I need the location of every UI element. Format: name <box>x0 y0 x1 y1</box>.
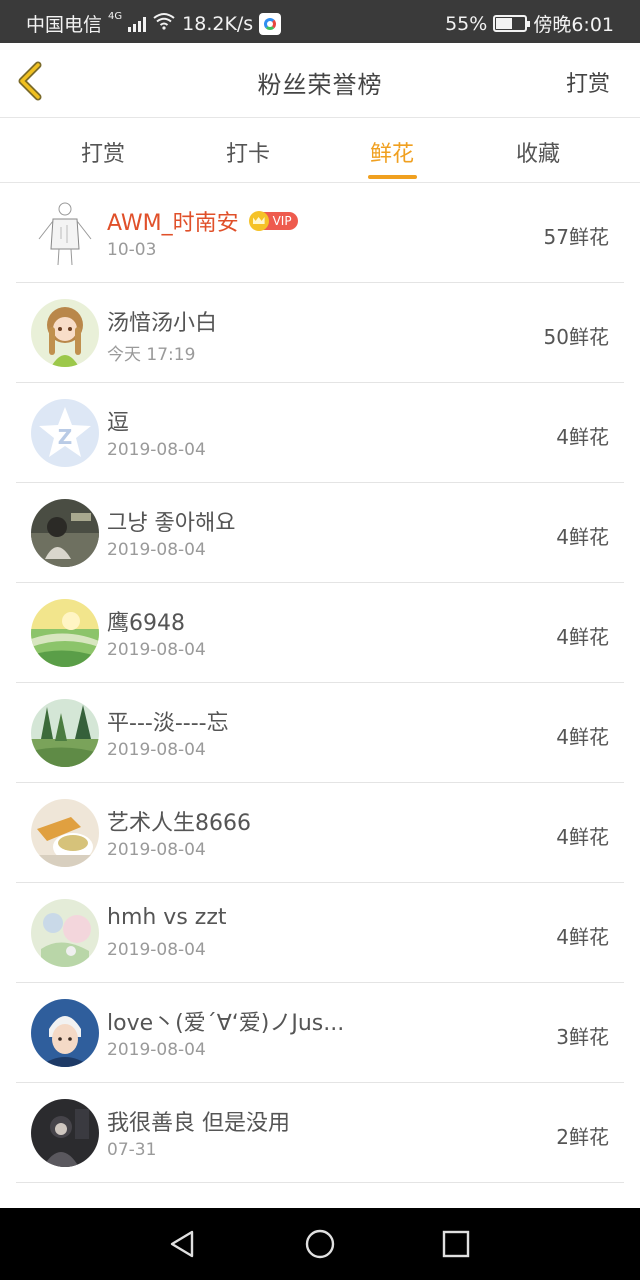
list-item[interactable]: 平---淡----忘 2019-08-04 4鲜花 <box>0 683 640 783</box>
fan-list: AWM_时南安 VIP 10-03 57鲜花 汤愔汤小白 今天 17:19 50… <box>0 183 640 1183</box>
fan-name: 逗 <box>107 411 130 436</box>
fan-name: love丶(爱´∀‘爱)ノJus... <box>107 1011 345 1036</box>
list-item[interactable]: love丶(爱´∀‘爱)ノJus... 2019-08-04 3鲜花 <box>0 983 640 1083</box>
flower-count: 57鲜花 <box>543 225 609 249</box>
name-line: 鹰6948 <box>107 605 185 637</box>
flower-count: 4鲜花 <box>556 725 609 749</box>
tab-flowers[interactable]: 鲜花 <box>337 136 447 168</box>
list-item[interactable]: 我很善良 但是没用 07-31 2鲜花 <box>0 1083 640 1183</box>
fan-date: 2019-08-04 <box>107 740 206 760</box>
page-title: 粉丝荣誉榜 <box>257 71 383 99</box>
svg-text:Z: Z <box>58 425 73 449</box>
fan-date: 2019-08-04 <box>107 640 206 660</box>
flower-count: 3鲜花 <box>556 1025 609 1049</box>
nav-recents-button[interactable] <box>440 1228 472 1260</box>
app-notification-icon <box>259 12 282 35</box>
vip-badge: VIP <box>248 211 298 231</box>
nav-home-button[interactable] <box>304 1228 336 1260</box>
list-item[interactable]: 艺术人生8666 2019-08-04 4鲜花 <box>0 783 640 883</box>
system-nav-bar <box>0 1208 640 1280</box>
battery-percent: 55% <box>445 12 488 35</box>
nav-back-button[interactable] <box>166 1228 198 1260</box>
name-line: AWM_时南安 VIP <box>107 205 298 237</box>
tab-bar: 打赏 打卡 鲜花 收藏 <box>0 118 640 183</box>
fan-name: 汤愔汤小白 <box>107 311 218 336</box>
triangle-back-icon <box>170 1230 194 1258</box>
tab-checkin[interactable]: 打卡 <box>193 136 303 168</box>
fan-date: 2019-08-04 <box>107 440 206 460</box>
network-type-label: 4G <box>108 11 123 22</box>
fan-date: 10-03 <box>107 240 157 260</box>
flower-count: 4鲜花 <box>556 425 609 449</box>
battery-icon <box>493 15 531 32</box>
name-line: 그냥 좋아해요 <box>107 505 235 537</box>
fan-name: 그냥 좋아해요 <box>107 511 236 536</box>
fan-date: 2019-08-04 <box>107 940 206 960</box>
list-item[interactable]: 鹰6948 2019-08-04 4鲜花 <box>0 583 640 683</box>
avatar[interactable] <box>31 1099 99 1167</box>
active-tab-indicator <box>368 175 417 179</box>
avatar[interactable] <box>31 799 99 867</box>
tab-favorites[interactable]: 收藏 <box>483 136 593 168</box>
list-item[interactable]: Z 逗 2019-08-04 4鲜花 <box>0 383 640 483</box>
clock: 傍晚6:01 <box>533 14 614 36</box>
list-item[interactable]: 汤愔汤小白 今天 17:19 50鲜花 <box>0 283 640 383</box>
wifi-icon <box>152 12 176 35</box>
square-recents-icon <box>442 1230 470 1258</box>
status-bar: 中国电信 4G 18.2K/s 55% 傍晚6:01 <box>0 0 640 43</box>
fan-date: 2019-08-04 <box>107 840 206 860</box>
flower-count: 4鲜花 <box>556 825 609 849</box>
avatar[interactable] <box>31 999 99 1067</box>
status-left: 中国电信 4G 18.2K/s <box>26 10 282 37</box>
name-line: 逗 <box>107 405 129 437</box>
flower-count: 4鲜花 <box>556 925 609 949</box>
avatar[interactable] <box>31 299 99 367</box>
circle-home-icon <box>305 1229 335 1259</box>
avatar[interactable] <box>31 599 99 667</box>
list-item[interactable]: hmh vs zzt 2019-08-04 4鲜花 <box>0 883 640 983</box>
fan-date: 07-31 <box>107 1140 157 1160</box>
tab-reward[interactable]: 打赏 <box>48 136 158 168</box>
name-line: 平---淡----忘 <box>107 705 229 737</box>
name-line: 汤愔汤小白 <box>107 305 217 337</box>
avatar[interactable] <box>31 899 99 967</box>
title-bar: 粉丝荣誉榜 打赏 <box>0 43 640 118</box>
status-right: 55% 傍晚6:01 <box>445 10 614 37</box>
avatar[interactable] <box>31 499 99 567</box>
fan-name: AWM_时南安 <box>107 211 239 236</box>
name-line: love丶(爱´∀‘爱)ノJus... <box>107 1005 344 1037</box>
list-item[interactable]: AWM_时南安 VIP 10-03 57鲜花 <box>0 183 640 283</box>
fan-name: 我很善良 但是没用 <box>107 1111 290 1136</box>
name-line: hmh vs zzt <box>107 905 227 930</box>
flower-count: 50鲜花 <box>543 325 609 349</box>
flower-count: 2鲜花 <box>556 1125 609 1149</box>
fan-date: 今天 17:19 <box>107 345 196 365</box>
network-speed: 18.2K/s <box>182 12 254 35</box>
reward-button[interactable]: 打赏 <box>566 66 610 98</box>
fan-name: hmh vs zzt <box>107 905 227 930</box>
fan-name: 平---淡----忘 <box>107 711 229 736</box>
crown-icon <box>248 211 269 231</box>
flower-count: 4鲜花 <box>556 625 609 649</box>
fan-name: 艺术人生8666 <box>107 811 251 836</box>
fan-name: 鹰6948 <box>107 611 185 636</box>
fan-date: 2019-08-04 <box>107 540 206 560</box>
avatar[interactable] <box>31 699 99 767</box>
name-line: 我很善良 但是没用 <box>107 1105 290 1137</box>
list-item[interactable]: 그냥 좋아해요 2019-08-04 4鲜花 <box>0 483 640 583</box>
avatar[interactable] <box>31 199 99 267</box>
fan-date: 2019-08-04 <box>107 1040 206 1060</box>
flower-count: 4鲜花 <box>556 525 609 549</box>
name-line: 艺术人生8666 <box>107 805 251 837</box>
avatar[interactable]: Z <box>31 399 99 467</box>
signal-icon <box>128 16 147 32</box>
carrier-label: 中国电信 <box>26 14 103 36</box>
